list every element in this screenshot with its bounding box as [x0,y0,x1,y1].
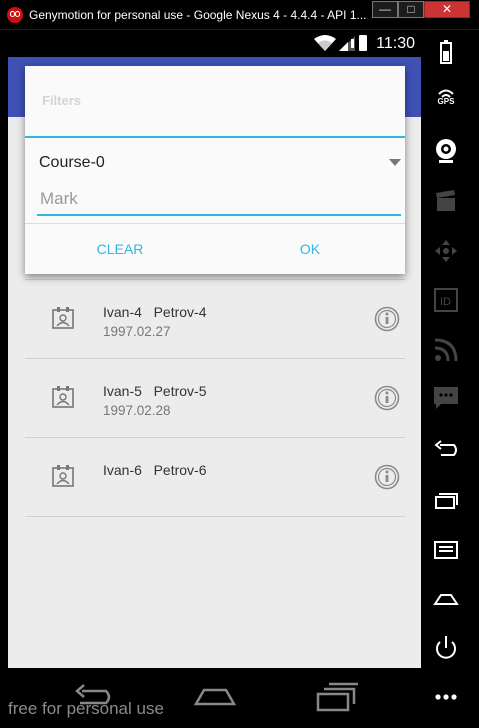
emulator-window: Genymotion for personal use - Google Nex… [0,0,479,728]
back-icon[interactable] [431,435,461,465]
genymotion-logo-icon [7,7,23,23]
power-icon[interactable] [431,633,461,663]
recent-apps-icon[interactable] [431,485,461,515]
emulator-sidebar: GPS ID [421,30,471,728]
home-icon[interactable] [431,584,461,614]
more-icon[interactable] [431,682,461,712]
maximize-button[interactable]: □ [398,1,424,18]
title-bar: Genymotion for personal use - Google Nex… [0,0,479,30]
clear-button[interactable]: CLEAR [25,224,215,274]
mark-input[interactable] [37,184,401,216]
rss-icon[interactable] [431,335,461,365]
course-spinner-value: Course-0 [39,154,105,171]
list-item[interactable]: Ivan-5 Petrov-5 1997.02.28 [25,359,405,438]
list-item[interactable]: Ivan-4 Petrov-4 1997.02.27 [25,280,405,359]
gps-label: GPS [437,97,455,106]
signal-icon [339,36,355,51]
nav-home-icon[interactable] [190,680,240,714]
filters-dialog: Filters Course-0 CLEAR OK [25,66,405,274]
close-button[interactable]: ✕ [424,1,470,18]
student-name: Ivan-6 Petrov-6 [103,462,207,478]
battery-icon [359,35,367,51]
list-item[interactable]: Ivan-6 Petrov-6 [25,438,405,517]
info-icon[interactable] [374,385,400,411]
info-icon[interactable] [374,306,400,332]
student-name: Ivan-5 Petrov-5 [103,383,207,399]
status-time: 11:30 [376,35,415,52]
dpad-icon[interactable] [431,236,461,266]
student-card-icon [52,386,74,408]
ok-button[interactable]: OK [215,224,405,274]
student-birthdate: 1997.02.27 [103,324,171,339]
status-bar: 11:30 [8,30,421,57]
student-name: Ivan-4 Petrov-4 [103,304,207,320]
student-birthdate: 1997.02.28 [103,403,171,418]
info-icon[interactable] [374,464,400,490]
watermark-text: free for personal use [8,699,164,718]
navigation-bar [0,668,421,728]
sms-icon[interactable] [431,383,461,413]
wifi-icon [314,35,336,51]
minimize-button[interactable]: — [372,1,398,18]
camera-icon[interactable] [431,136,461,166]
id-icon[interactable]: ID [431,285,461,315]
clapper-icon[interactable] [431,187,461,217]
device-screen: 11:30 Ivan-2 Petrov-21997.02.25Ivan-3 Pe… [8,30,421,668]
course-spinner[interactable]: Course-0 [25,138,405,184]
nav-recent-apps-icon[interactable] [312,680,362,714]
window-title: Genymotion for personal use - Google Nex… [29,8,366,22]
student-card-icon [52,307,74,329]
student-card-icon [52,465,74,487]
window-frame [471,30,479,728]
dialog-title: Filters [42,93,82,108]
menu-icon[interactable] [431,535,461,565]
dropdown-arrow-icon [389,159,401,166]
svg-text:ID: ID [440,296,451,308]
battery-widget-icon[interactable] [431,39,461,69]
